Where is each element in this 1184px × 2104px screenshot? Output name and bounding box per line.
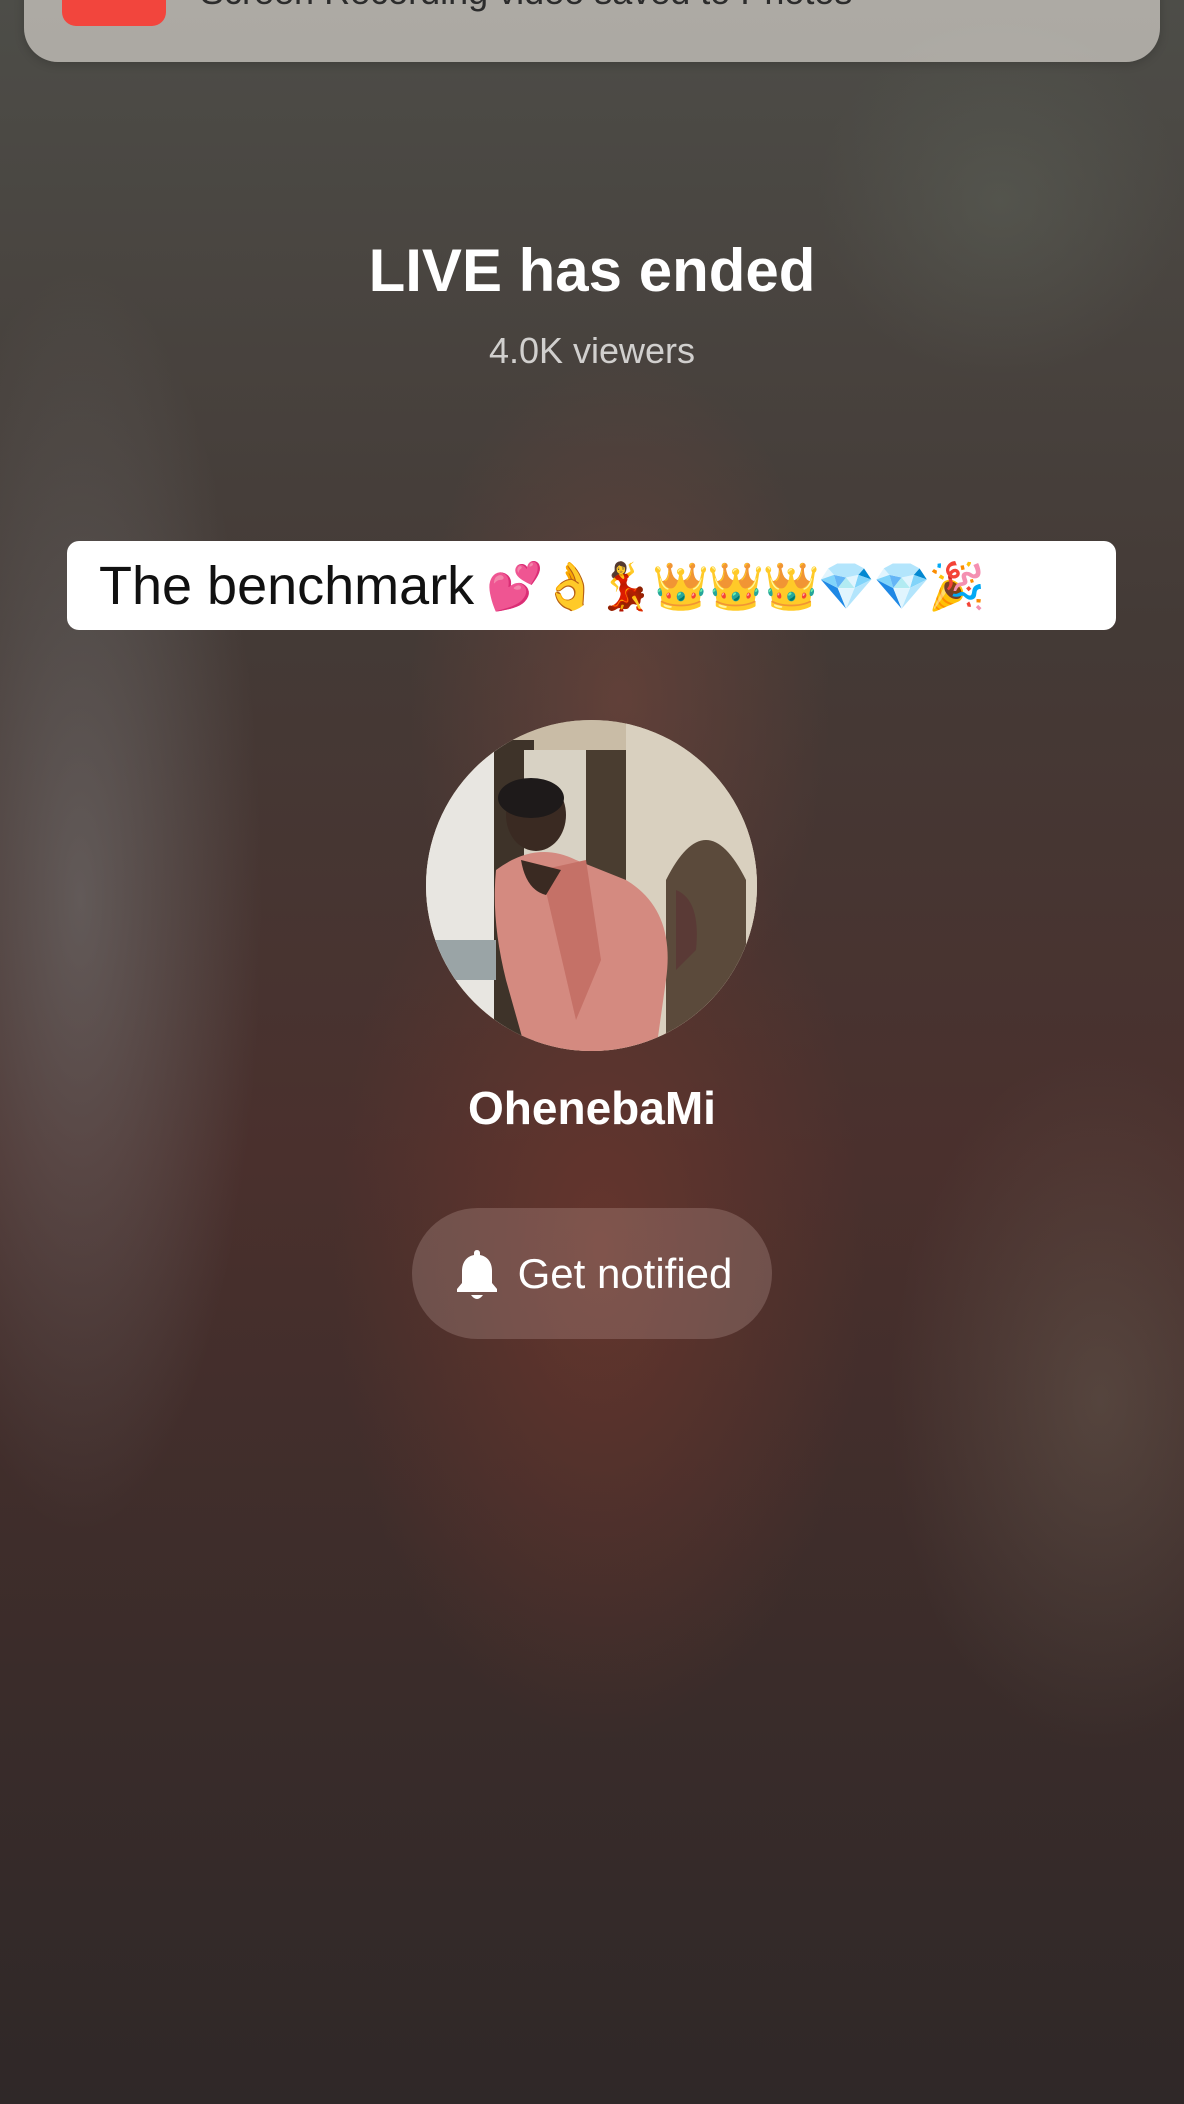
avatar-photo	[426, 720, 757, 1051]
caption-text: The benchmark	[99, 555, 475, 616]
notification-text: Screen Recording video saved to Photos	[200, 0, 852, 10]
screen-recording-icon	[62, 0, 166, 26]
get-notified-label: Get notified	[517, 1249, 733, 1297]
live-caption-banner: The benchmark 💕👌💃👑👑👑💎💎🎉	[67, 541, 1116, 630]
bell-icon	[456, 1249, 497, 1299]
live-ended-title: LIVE has ended	[368, 237, 816, 304]
username[interactable]: OhenebaMi	[0, 1080, 1184, 1136]
viewer-count: 4.0K viewers	[488, 330, 696, 371]
screen-recording-notification[interactable]: Screen Recording video saved to Photos	[24, 0, 1160, 62]
caption-emojis: 💕👌💃👑👑👑💎💎🎉	[486, 559, 985, 612]
get-notified-button[interactable]: Get notified	[412, 1208, 772, 1339]
avatar[interactable]	[426, 720, 757, 1051]
blurred-background	[0, 0, 1184, 2104]
